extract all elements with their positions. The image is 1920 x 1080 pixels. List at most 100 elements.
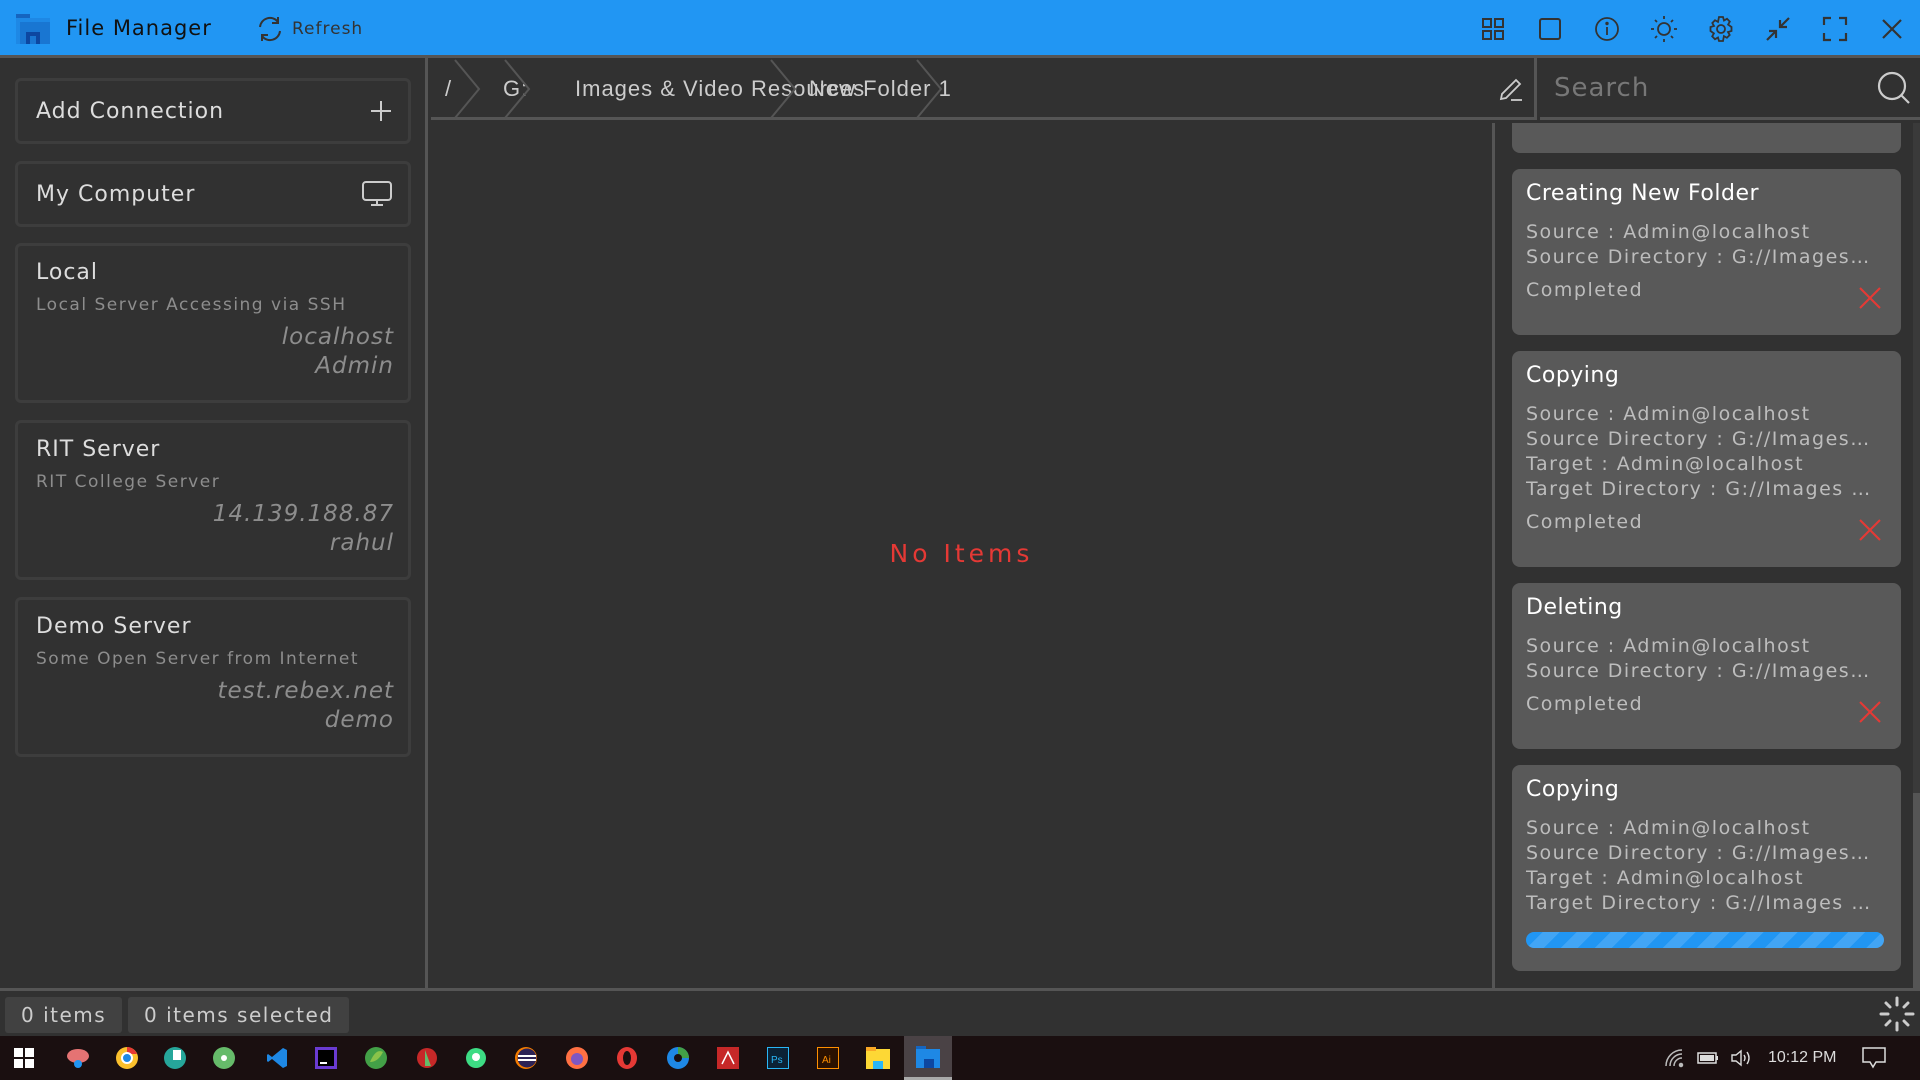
compress-icon bbox=[1765, 17, 1790, 41]
settings-button[interactable] bbox=[1692, 0, 1749, 58]
battery-icon bbox=[1697, 1052, 1718, 1064]
folder-icon bbox=[866, 1047, 890, 1069]
fullscreen-button[interactable] bbox=[1806, 0, 1863, 58]
task-detail: Source Directory : G://Images & Video Re… bbox=[1526, 842, 1876, 864]
connection-host: 14.139.188.87 bbox=[212, 501, 394, 527]
breadcrumb-root[interactable]: / bbox=[445, 58, 452, 120]
refresh-icon bbox=[259, 16, 281, 42]
add-connection-button[interactable]: Add Connection bbox=[15, 78, 411, 144]
connection-user: rahul bbox=[329, 530, 394, 556]
taskbar-android-studio[interactable] bbox=[452, 1036, 500, 1080]
taskbar-atom[interactable] bbox=[200, 1036, 248, 1080]
vscode-icon bbox=[267, 1048, 287, 1068]
taskbar-opera[interactable] bbox=[603, 1036, 651, 1080]
taskbar-app-teal[interactable] bbox=[151, 1036, 199, 1080]
close-icon bbox=[1881, 19, 1902, 39]
windows-logo-icon bbox=[14, 1048, 34, 1068]
eclipse-icon bbox=[515, 1047, 537, 1069]
chevron-right-icon bbox=[770, 59, 797, 119]
taskbar-snipping-tool[interactable] bbox=[54, 1036, 102, 1080]
volume-button[interactable] bbox=[1730, 1036, 1754, 1080]
search-icon[interactable] bbox=[1876, 70, 1912, 106]
taskbar-vscode[interactable] bbox=[253, 1036, 301, 1080]
connection-card-rit-server[interactable]: RIT Server RIT College Server 14.139.188… bbox=[15, 420, 411, 580]
status-bar: 0 items 0 items selected bbox=[0, 988, 1920, 1036]
clock[interactable]: 10:12 PM bbox=[1768, 1036, 1836, 1080]
connection-user: Admin bbox=[315, 353, 394, 379]
fullscreen-icon bbox=[1822, 16, 1847, 42]
battery-button[interactable] bbox=[1696, 1036, 1720, 1080]
search-input[interactable] bbox=[1554, 66, 1854, 110]
plus-icon bbox=[371, 101, 391, 121]
scrollbar-track[interactable] bbox=[1913, 123, 1920, 988]
taskbar-file-manager[interactable] bbox=[904, 1036, 952, 1080]
taskbar-illustrator[interactable]: Ai bbox=[804, 1036, 852, 1080]
taskbar-file-explorer[interactable] bbox=[854, 1036, 902, 1080]
connection-name: Local bbox=[36, 260, 99, 285]
app-title: File Manager bbox=[66, 16, 212, 40]
notifications-button[interactable] bbox=[1862, 1036, 1886, 1080]
taskbar-eclipse[interactable] bbox=[502, 1036, 550, 1080]
my-computer-button[interactable]: My Computer bbox=[15, 161, 411, 227]
taskbar-spring-tools[interactable] bbox=[352, 1036, 400, 1080]
chrome-icon bbox=[116, 1047, 138, 1069]
dismiss-task-icon[interactable] bbox=[1859, 287, 1881, 309]
app-logo-icon bbox=[16, 14, 50, 44]
taskbar-photoshop[interactable]: Ps bbox=[754, 1036, 802, 1080]
taskbar-edge[interactable] bbox=[654, 1036, 702, 1080]
wifi-icon bbox=[1665, 1049, 1684, 1068]
start-button[interactable] bbox=[0, 1036, 48, 1080]
dismiss-task-icon[interactable] bbox=[1859, 701, 1881, 723]
wifi-button[interactable] bbox=[1664, 1036, 1686, 1080]
connection-card-demo-server[interactable]: Demo Server Some Open Server from Intern… bbox=[15, 597, 411, 757]
scrollbar-thumb[interactable] bbox=[1913, 793, 1920, 988]
connection-card-local[interactable]: Local Local Server Accessing via SSH loc… bbox=[15, 243, 411, 403]
monitor-icon bbox=[362, 181, 392, 206]
task-title: Copying bbox=[1526, 777, 1620, 802]
windows-taskbar: Ps Ai 10:12 PM bbox=[0, 1036, 1920, 1080]
single-view-icon bbox=[1538, 18, 1561, 40]
selected-count: 0 items selected bbox=[128, 997, 350, 1033]
task-title: Creating New Folder bbox=[1526, 181, 1760, 206]
info-icon bbox=[1594, 17, 1619, 41]
single-view-button[interactable] bbox=[1521, 0, 1578, 58]
info-button[interactable] bbox=[1578, 0, 1635, 58]
android-studio-icon bbox=[466, 1048, 486, 1068]
notification-icon bbox=[1862, 1047, 1886, 1069]
connection-name: RIT Server bbox=[36, 437, 161, 462]
file-list-area[interactable]: No Items bbox=[431, 123, 1492, 988]
sun-icon bbox=[1650, 16, 1677, 42]
task-detail: Source : Admin@localhost bbox=[1526, 221, 1811, 243]
connection-host: localhost bbox=[281, 324, 394, 350]
grid-view-icon bbox=[1481, 18, 1504, 40]
task-status: Completed bbox=[1526, 693, 1644, 715]
taskbar-app-red[interactable] bbox=[403, 1036, 451, 1080]
intellij-icon bbox=[315, 1047, 337, 1069]
taskbar-chrome[interactable] bbox=[103, 1036, 151, 1080]
connection-name: Demo Server bbox=[36, 614, 192, 639]
svg-text:Ps: Ps bbox=[771, 1055, 783, 1066]
app-teal-icon bbox=[164, 1047, 186, 1069]
title-bar: File Manager Refresh bbox=[0, 0, 1920, 58]
task-status: Completed bbox=[1526, 511, 1644, 533]
taskbar-firefox[interactable] bbox=[553, 1036, 601, 1080]
task-detail: Source : Admin@localhost bbox=[1526, 635, 1811, 657]
edit-path-button[interactable] bbox=[1488, 58, 1537, 120]
grid-view-button[interactable] bbox=[1464, 0, 1521, 58]
taskbar-intellij[interactable] bbox=[302, 1036, 350, 1080]
dismiss-task-icon[interactable] bbox=[1859, 519, 1881, 541]
task-card: Copying Source : Admin@localhost Source … bbox=[1512, 765, 1901, 971]
close-button[interactable] bbox=[1863, 0, 1920, 58]
task-detail: Target : Admin@localhost bbox=[1526, 453, 1805, 475]
photoshop-icon: Ps bbox=[767, 1047, 789, 1069]
add-connection-label: Add Connection bbox=[36, 98, 225, 124]
theme-toggle-button[interactable] bbox=[1635, 0, 1692, 58]
taskbar-acrobat[interactable] bbox=[704, 1036, 752, 1080]
connection-user: demo bbox=[324, 707, 394, 733]
breadcrumb: / G: Images & Video Resources New Folder… bbox=[431, 58, 1537, 120]
minimize-button[interactable] bbox=[1749, 0, 1806, 58]
refresh-button[interactable]: Refresh bbox=[256, 14, 363, 44]
task-card: Deleting Source : Admin@localhost Source… bbox=[1512, 583, 1901, 749]
connection-description: RIT College Server bbox=[36, 472, 221, 492]
chevron-right-icon bbox=[454, 59, 481, 119]
